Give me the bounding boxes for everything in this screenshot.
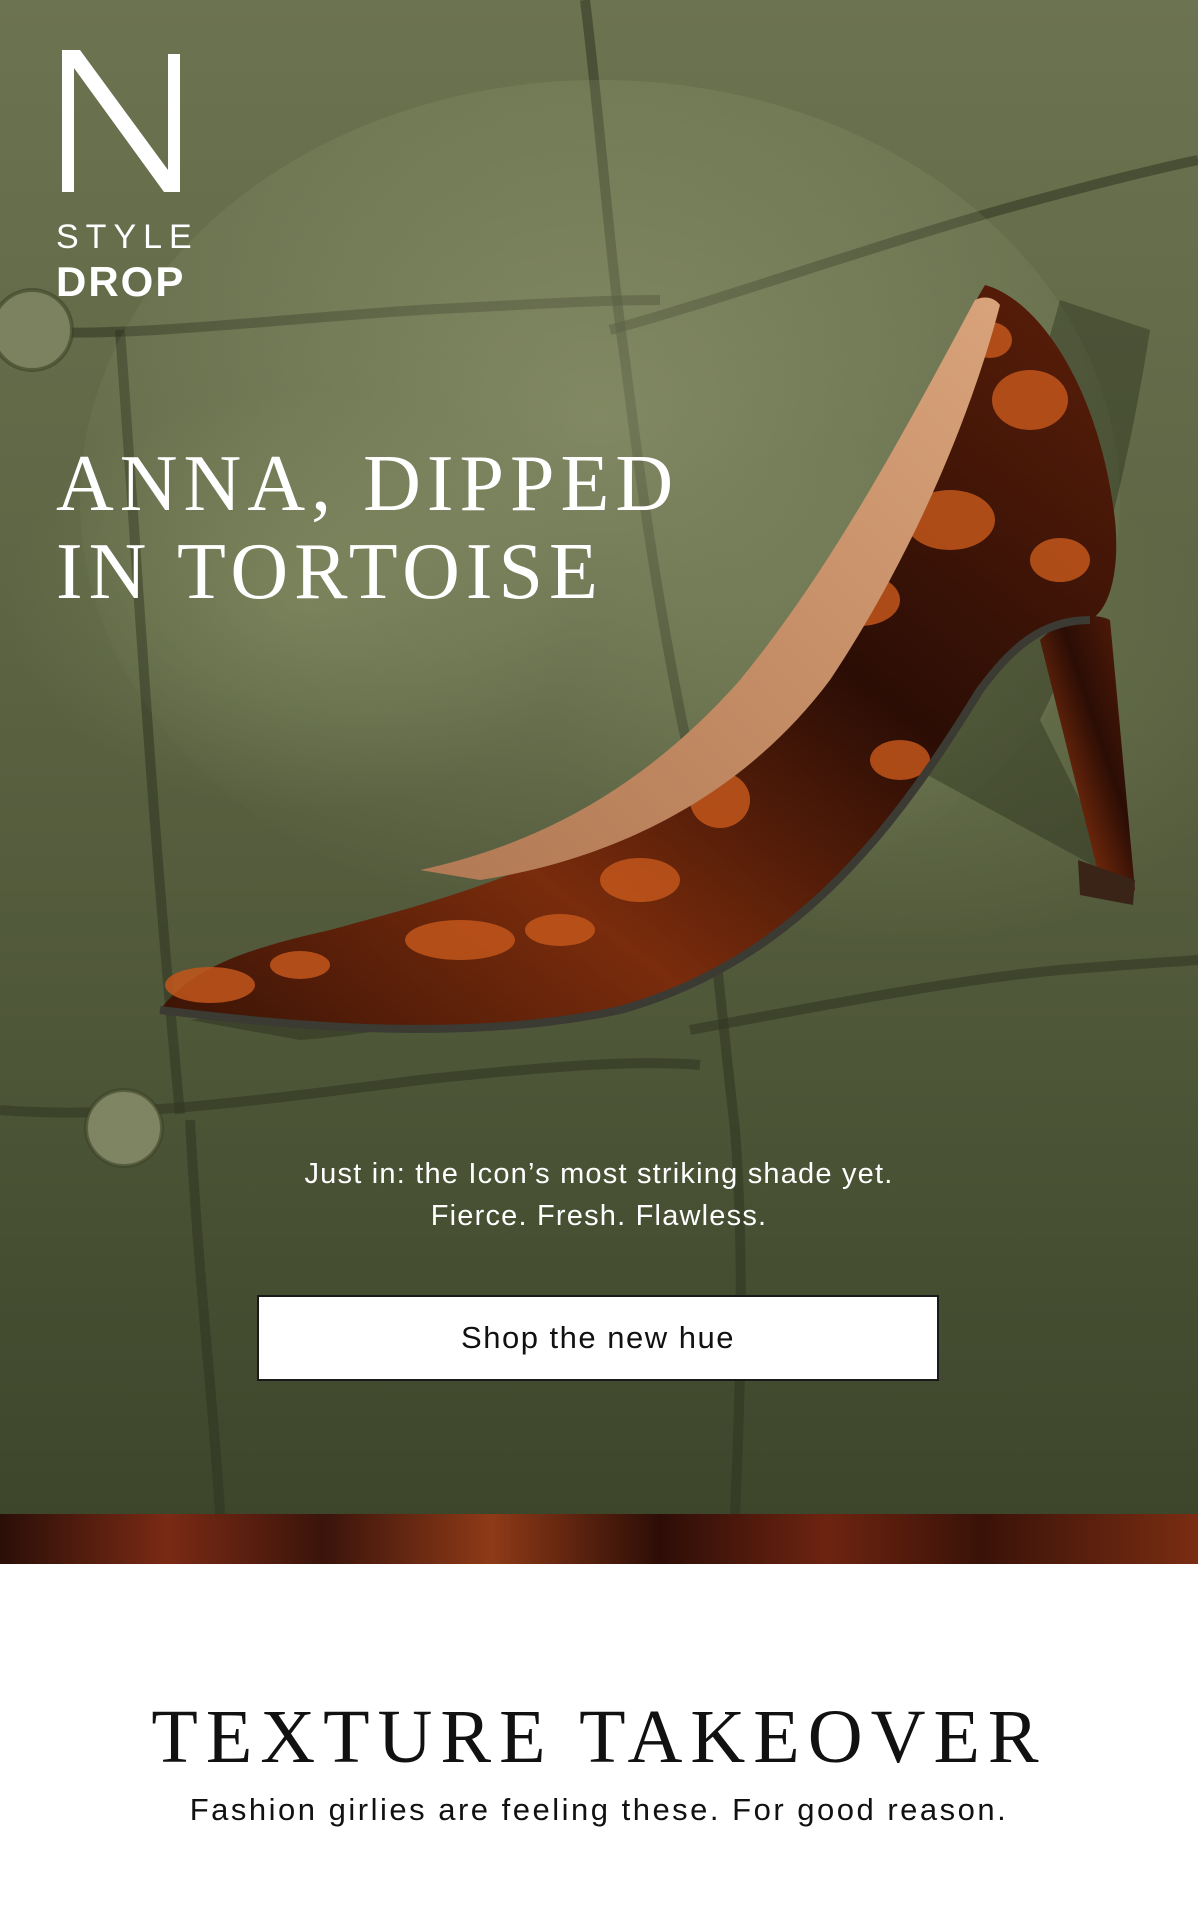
hero-banner[interactable]: STYLE DROP ANNA, DIPPED IN TORTOISE Just… [0, 0, 1198, 1514]
shop-new-hue-button[interactable]: Shop the new hue [257, 1295, 939, 1381]
hero-headline: ANNA, DIPPED IN TORTOISE [56, 440, 776, 616]
section-subtitle: Fashion girlies are feeling these. For g… [189, 1792, 1009, 1827]
hero-subcopy: Just in: the Icon’s most striking shade … [0, 1153, 1198, 1237]
logo-drop-text: DROP [56, 258, 186, 305]
logo-style-text: STYLE [56, 218, 199, 256]
tortoise-pattern-strip [0, 1514, 1198, 1564]
shop-new-hue-button-label: Shop the new hue [461, 1320, 735, 1355]
headline-line-2: IN TORTOISE [56, 528, 604, 616]
section-title: TEXTURE TAKEOVER [151, 1695, 1047, 1779]
headline-line-1: ANNA, DIPPED [56, 440, 680, 528]
subcopy-line-2: Fierce. Fresh. Flawless. [430, 1200, 768, 1232]
brand-logo-icon[interactable] [56, 46, 188, 196]
subcopy-line-1: Just in: the Icon’s most striking shade … [304, 1158, 894, 1190]
